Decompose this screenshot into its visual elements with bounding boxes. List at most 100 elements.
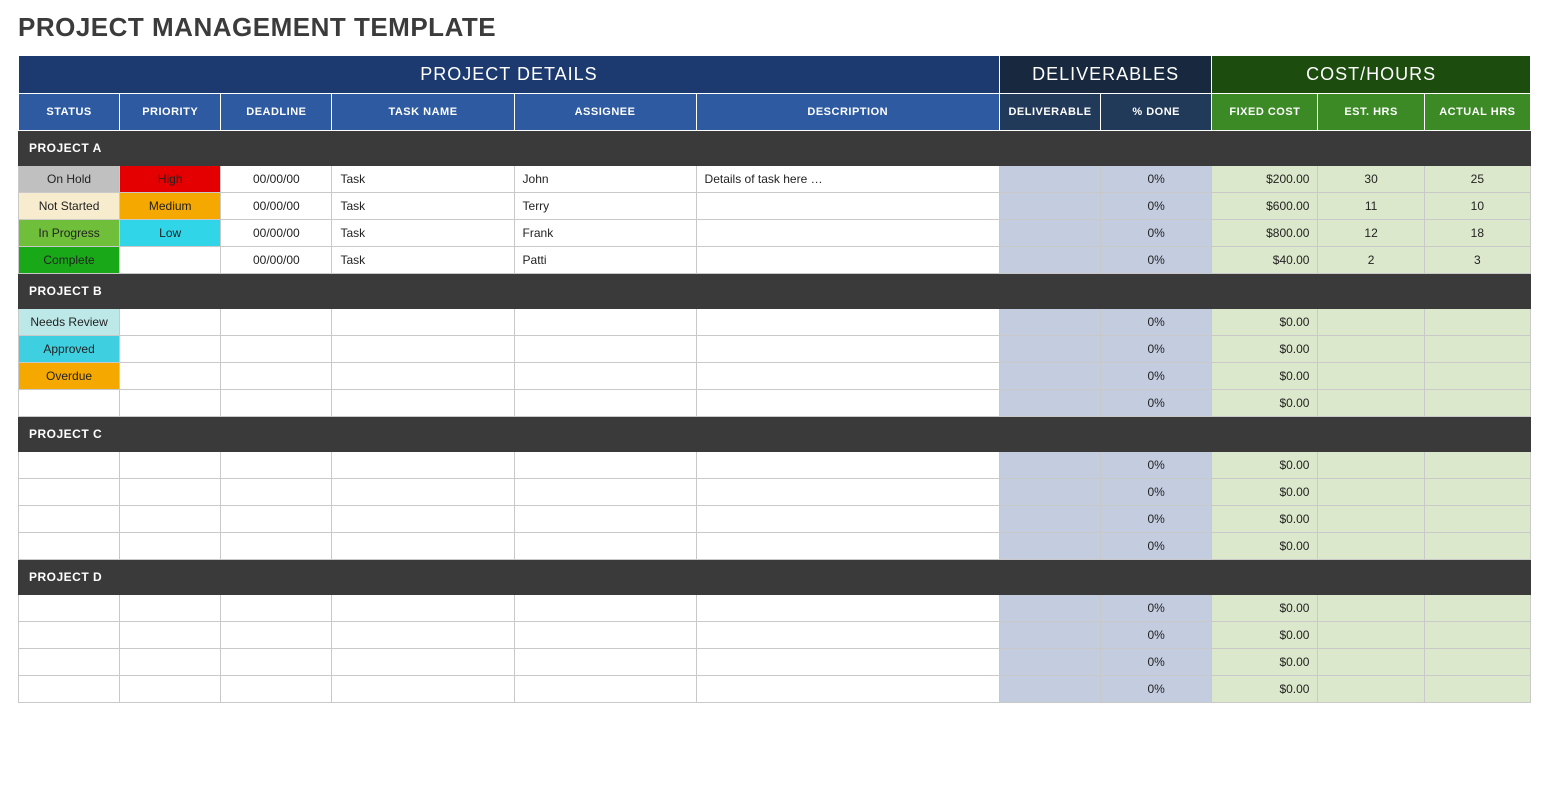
task-name-cell[interactable] [332, 622, 514, 649]
task-name-cell[interactable]: Task [332, 247, 514, 274]
assignee-cell[interactable]: Terry [514, 193, 696, 220]
description-cell[interactable] [696, 390, 999, 417]
description-cell[interactable] [696, 336, 999, 363]
fixed-cost-cell[interactable]: $0.00 [1212, 363, 1318, 390]
pct-done-cell[interactable]: 0% [1101, 193, 1212, 220]
pct-done-cell[interactable]: 0% [1101, 622, 1212, 649]
priority-cell[interactable]: Medium [120, 193, 221, 220]
description-cell[interactable] [696, 676, 999, 703]
actual-hrs-cell[interactable]: 18 [1424, 220, 1530, 247]
deadline-cell[interactable] [221, 676, 332, 703]
est-hrs-cell[interactable] [1318, 676, 1424, 703]
deadline-cell[interactable] [221, 595, 332, 622]
actual-hrs-cell[interactable] [1424, 506, 1530, 533]
pct-done-cell[interactable]: 0% [1101, 363, 1212, 390]
task-name-cell[interactable] [332, 363, 514, 390]
deliverable-cell[interactable] [999, 533, 1100, 560]
assignee-cell[interactable] [514, 479, 696, 506]
actual-hrs-cell[interactable]: 25 [1424, 166, 1530, 193]
est-hrs-cell[interactable] [1318, 533, 1424, 560]
priority-cell[interactable] [120, 506, 221, 533]
actual-hrs-cell[interactable] [1424, 390, 1530, 417]
est-hrs-cell[interactable] [1318, 506, 1424, 533]
assignee-cell[interactable] [514, 309, 696, 336]
fixed-cost-cell[interactable]: $0.00 [1212, 309, 1318, 336]
assignee-cell[interactable] [514, 622, 696, 649]
description-cell[interactable] [696, 506, 999, 533]
priority-cell[interactable] [120, 247, 221, 274]
task-name-cell[interactable] [332, 676, 514, 703]
status-cell[interactable]: Not Started [19, 193, 120, 220]
deadline-cell[interactable]: 00/00/00 [221, 193, 332, 220]
deliverable-cell[interactable] [999, 622, 1100, 649]
description-cell[interactable] [696, 595, 999, 622]
priority-cell[interactable] [120, 676, 221, 703]
deadline-cell[interactable]: 00/00/00 [221, 247, 332, 274]
pct-done-cell[interactable]: 0% [1101, 309, 1212, 336]
assignee-cell[interactable] [514, 336, 696, 363]
actual-hrs-cell[interactable] [1424, 676, 1530, 703]
task-name-cell[interactable] [332, 506, 514, 533]
status-cell[interactable] [19, 649, 120, 676]
deadline-cell[interactable] [221, 309, 332, 336]
priority-cell[interactable]: Low [120, 220, 221, 247]
pct-done-cell[interactable]: 0% [1101, 336, 1212, 363]
description-cell[interactable] [696, 533, 999, 560]
assignee-cell[interactable] [514, 390, 696, 417]
pct-done-cell[interactable]: 0% [1101, 166, 1212, 193]
status-cell[interactable]: Complete [19, 247, 120, 274]
status-cell[interactable] [19, 676, 120, 703]
description-cell[interactable] [696, 193, 999, 220]
assignee-cell[interactable]: Frank [514, 220, 696, 247]
task-name-cell[interactable] [332, 336, 514, 363]
fixed-cost-cell[interactable]: $0.00 [1212, 595, 1318, 622]
deliverable-cell[interactable] [999, 390, 1100, 417]
actual-hrs-cell[interactable]: 10 [1424, 193, 1530, 220]
status-cell[interactable]: Approved [19, 336, 120, 363]
actual-hrs-cell[interactable] [1424, 309, 1530, 336]
description-cell[interactable] [696, 622, 999, 649]
status-cell[interactable] [19, 506, 120, 533]
priority-cell[interactable] [120, 452, 221, 479]
task-name-cell[interactable] [332, 309, 514, 336]
description-cell[interactable] [696, 309, 999, 336]
fixed-cost-cell[interactable]: $0.00 [1212, 533, 1318, 560]
est-hrs-cell[interactable] [1318, 479, 1424, 506]
deliverable-cell[interactable] [999, 506, 1100, 533]
description-cell[interactable] [696, 220, 999, 247]
actual-hrs-cell[interactable] [1424, 595, 1530, 622]
actual-hrs-cell[interactable]: 3 [1424, 247, 1530, 274]
assignee-cell[interactable] [514, 533, 696, 560]
pct-done-cell[interactable]: 0% [1101, 533, 1212, 560]
deliverable-cell[interactable] [999, 247, 1100, 274]
deadline-cell[interactable] [221, 479, 332, 506]
task-name-cell[interactable]: Task [332, 220, 514, 247]
deadline-cell[interactable]: 00/00/00 [221, 166, 332, 193]
priority-cell[interactable] [120, 533, 221, 560]
deadline-cell[interactable] [221, 622, 332, 649]
fixed-cost-cell[interactable]: $0.00 [1212, 649, 1318, 676]
pct-done-cell[interactable]: 0% [1101, 595, 1212, 622]
pct-done-cell[interactable]: 0% [1101, 247, 1212, 274]
deadline-cell[interactable] [221, 506, 332, 533]
status-cell[interactable]: Overdue [19, 363, 120, 390]
est-hrs-cell[interactable] [1318, 622, 1424, 649]
pct-done-cell[interactable]: 0% [1101, 676, 1212, 703]
assignee-cell[interactable] [514, 649, 696, 676]
priority-cell[interactable] [120, 336, 221, 363]
status-cell[interactable] [19, 622, 120, 649]
fixed-cost-cell[interactable]: $0.00 [1212, 676, 1318, 703]
priority-cell[interactable]: High [120, 166, 221, 193]
fixed-cost-cell[interactable]: $0.00 [1212, 336, 1318, 363]
deliverable-cell[interactable] [999, 336, 1100, 363]
priority-cell[interactable] [120, 390, 221, 417]
est-hrs-cell[interactable] [1318, 649, 1424, 676]
deliverable-cell[interactable] [999, 309, 1100, 336]
fixed-cost-cell[interactable]: $0.00 [1212, 390, 1318, 417]
deadline-cell[interactable] [221, 452, 332, 479]
assignee-cell[interactable]: John [514, 166, 696, 193]
assignee-cell[interactable] [514, 676, 696, 703]
task-name-cell[interactable] [332, 390, 514, 417]
status-cell[interactable] [19, 452, 120, 479]
status-cell[interactable] [19, 390, 120, 417]
